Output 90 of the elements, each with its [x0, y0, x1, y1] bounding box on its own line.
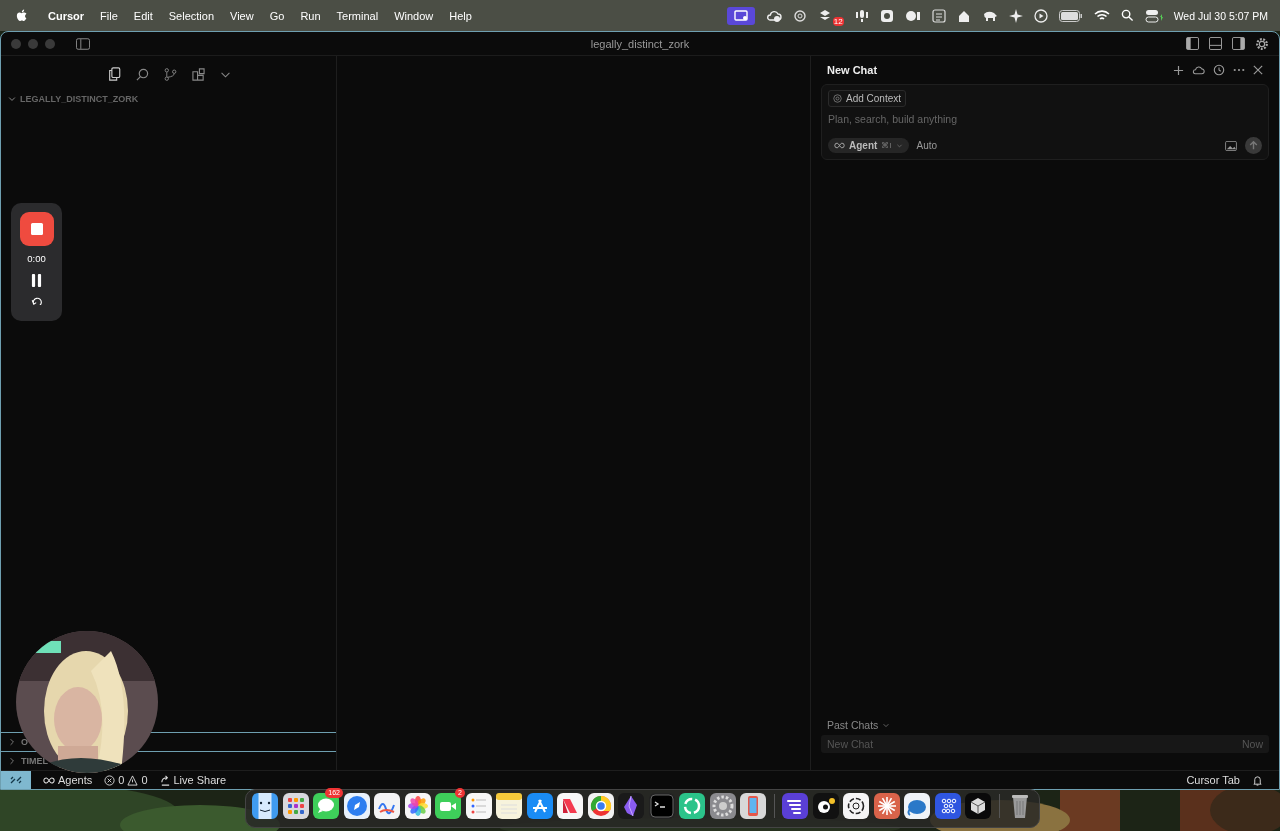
prompt-field[interactable]: Plan, search, build anything [828, 111, 1262, 127]
send-button[interactable] [1245, 137, 1262, 154]
past-chats-toggle[interactable]: Past Chats [821, 719, 897, 731]
error-icon [104, 774, 116, 786]
record-icon[interactable] [879, 8, 894, 23]
more-icon[interactable] [1233, 68, 1245, 72]
warning-icon [127, 774, 139, 786]
image-icon[interactable] [1225, 140, 1237, 151]
clock[interactable]: Wed Jul 30 5:07 PM [1173, 9, 1268, 22]
bottom-panel-icon[interactable] [1209, 37, 1222, 50]
compass-icon[interactable] [343, 793, 370, 819]
ribbon-icon[interactable] [557, 793, 583, 819]
menu-item[interactable]: File [100, 9, 118, 22]
sidebar-toggle-icon[interactable] [76, 37, 90, 50]
crossed-lines-icon[interactable] [526, 793, 553, 819]
bell-icon[interactable] [1252, 774, 1263, 786]
apple-icon[interactable] [16, 8, 28, 23]
add-context-button[interactable]: Add Context [828, 90, 907, 107]
chevron-down-icon [895, 142, 903, 149]
screen-share-icon[interactable] [726, 6, 755, 25]
menu-item[interactable]: Selection [168, 9, 215, 22]
infinity-icon [43, 776, 55, 784]
ring-icon[interactable] [587, 793, 614, 819]
list-icon[interactable] [465, 793, 492, 819]
scribble-icon[interactable] [374, 793, 400, 819]
knot-icon[interactable] [843, 793, 869, 819]
remote-button[interactable] [1, 771, 31, 789]
face-icon[interactable] [252, 793, 278, 819]
stop-record-button[interactable] [19, 212, 54, 246]
battery-icon[interactable] [1058, 9, 1083, 22]
live-share-button[interactable]: Live Share [159, 774, 227, 786]
document-icon[interactable] [931, 8, 946, 23]
dots-icon[interactable] [934, 793, 961, 819]
share-arrow-icon [159, 774, 171, 786]
history-icon[interactable] [1213, 64, 1225, 76]
notepad-icon[interactable] [496, 793, 522, 819]
phone-icon[interactable] [740, 793, 766, 819]
close-icon[interactable] [1253, 65, 1263, 75]
flower-icon[interactable] [404, 793, 431, 819]
at-sign-icon [833, 94, 842, 103]
sparkle-icon[interactable] [1008, 8, 1023, 23]
right-panel-icon[interactable] [1232, 37, 1245, 50]
speech-bubble-icon[interactable] [313, 793, 339, 819]
menu-item[interactable]: View [230, 9, 254, 22]
microphone-icon[interactable] [854, 8, 869, 23]
camera-icon[interactable] [904, 8, 921, 23]
menu-item[interactable]: Help [449, 9, 472, 22]
cloud-icon[interactable] [1192, 64, 1205, 76]
terminal-icon[interactable] [648, 793, 675, 819]
control-center-icon[interactable] [1144, 8, 1163, 23]
menu-item[interactable]: Window [394, 9, 434, 22]
stripes-icon[interactable] [782, 793, 808, 819]
model-selector[interactable]: Auto [916, 140, 938, 151]
flower-icon[interactable] [792, 8, 807, 23]
cube-icon[interactable] [965, 793, 991, 819]
extensions-icon[interactable] [192, 67, 205, 81]
play-icon[interactable] [1033, 8, 1048, 23]
menu-item[interactable]: Edit [133, 9, 153, 22]
burst-icon[interactable] [873, 793, 900, 819]
plus-icon[interactable] [1173, 64, 1184, 76]
notification-badge: 12 [832, 16, 844, 26]
problems-button[interactable]: 0 0 [104, 774, 148, 786]
gem-icon[interactable] [618, 793, 644, 819]
settings-icon[interactable] [1255, 36, 1269, 51]
undo-icon[interactable] [29, 297, 44, 305]
recording-timer: 0:00 [27, 253, 46, 264]
grid-icon[interactable] [282, 793, 309, 819]
window-title: legally_distinct_zork [590, 37, 690, 50]
menu-item[interactable]: Run [300, 9, 321, 22]
mode-selector[interactable]: Agent ⌘I [828, 138, 909, 153]
video-camera-icon[interactable] [435, 793, 461, 819]
agents-button[interactable]: Agents [43, 774, 93, 786]
cursor-tab-button[interactable]: Cursor Tab [1186, 774, 1240, 786]
files-icon[interactable] [108, 67, 121, 81]
app-menu[interactable]: Cursor [48, 9, 85, 22]
search-icon[interactable] [1120, 9, 1134, 22]
infinity-icon [834, 142, 845, 149]
search-icon[interactable] [136, 67, 149, 81]
house-icon[interactable] [956, 8, 971, 23]
menu-item[interactable]: Go [269, 9, 285, 22]
cloud-icon[interactable] [765, 8, 782, 23]
left-panel-icon[interactable] [1186, 37, 1199, 50]
chevron-down-icon [882, 721, 891, 729]
gear-icon[interactable] [709, 793, 736, 819]
chat-title: New Chat [827, 64, 878, 76]
chevron-down-icon [7, 94, 17, 104]
wifi-icon[interactable] [1093, 9, 1110, 22]
menu-item[interactable]: Terminal [336, 9, 379, 22]
branch-icon[interactable] [164, 67, 177, 81]
pause-icon[interactable] [31, 274, 42, 287]
